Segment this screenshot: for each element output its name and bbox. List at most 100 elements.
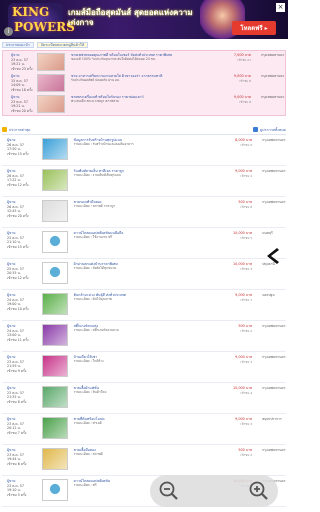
listing-thumbnail[interactable] xyxy=(37,95,65,113)
listing-text: ต้นกล้ามะม่วง พันธุ์ดี ส่งทั่วประเทศ ราย… xyxy=(74,293,213,320)
post-meta: ผู้ขาย 23 ต.ค. 57 19:44 น. เข้าชม 6 ครั้… xyxy=(2,448,36,475)
listing-desc: รายละเอียด : สั่งตัดได้ทุกขนาด xyxy=(73,266,117,271)
listing-view-count: เข้าชม 5 xyxy=(240,142,253,147)
listing-price-col: 9,000 บาท เข้าชม 8 xyxy=(211,95,251,113)
post-views: เข้าชม 10 ครั้ง xyxy=(7,306,29,311)
listing-view-count: เข้าชม 21 xyxy=(237,57,251,62)
listing-list: ผู้ขาย 26 ต.ค. 57 17:50 น. เข้าชม 15 ครั… xyxy=(2,134,286,512)
featured-row[interactable]: ผู้ขาย 23 ต.ค. 57 19:21 น. เข้าชม 23 ครั… xyxy=(3,53,285,71)
post-meta: ผู้ขาย 26 ต.ค. 57 17:22 น. เข้าชม 12 ครั… xyxy=(2,169,36,196)
listing-desc: รายละเอียด : สภาพดี xyxy=(73,452,103,457)
latest-label: ประกาศล่าสุด xyxy=(9,127,31,132)
listing-thumbnail[interactable] xyxy=(41,448,68,470)
listing-thumbnail[interactable] xyxy=(41,479,68,501)
info-icon[interactable]: i xyxy=(4,27,13,36)
listing-view-count: เข้าชม 3 xyxy=(240,359,253,364)
view-all-link[interactable]: ดูประกาศทั้งหมด xyxy=(252,126,286,133)
post-meta: ผู้ขาย 23 ต.ค. 57 21:59 น. เข้าชม 9 ครั้… xyxy=(2,355,36,382)
star-icon xyxy=(2,127,7,132)
listing-text: บ้านเดี่ยวให้เช่า รายละเอียด : ใกล้ห้าง xyxy=(74,355,213,382)
listing-thumbnail[interactable] xyxy=(41,138,68,160)
post-meta: ผู้ขาย 23 ต.ค. 57 20:12 น. เข้าชม 7 ครั้… xyxy=(2,417,36,444)
listing-row[interactable]: ผู้ขาย 23 ต.ค. 57 19:44 น. เข้าชม 6 ครั้… xyxy=(2,445,286,476)
listing-row[interactable]: ผู้ขาย 24 ต.ค. 57 19:00 น. เข้าชม 10 ครั… xyxy=(2,290,286,321)
back-arrow-icon[interactable] xyxy=(263,246,283,266)
listing-row[interactable]: ผู้ขาย 24 ต.ค. 57 13:00 น. เข้าชม 11 ครั… xyxy=(2,321,286,352)
listing-text: ขายเสื้อผ้าแฟชั่น รายละเอียด : สินค้าใหม… xyxy=(74,386,213,413)
listing-row[interactable]: ผู้ขาย 26 ต.ค. 57 17:22 น. เข้าชม 12 ครั… xyxy=(2,166,286,197)
post-views: เข้าชม 9 ครั้ง xyxy=(7,368,27,373)
post-views: เข้าชม 7 ครั้ง xyxy=(7,430,27,435)
listing-thumbnail[interactable] xyxy=(41,386,68,408)
listing-row[interactable]: ผู้ขาย 26 ต.ค. 57 12:45 น. เข้าชม 20 ครั… xyxy=(2,197,286,228)
listing-desc: รายละเอียด : ใช้งานง่าย ฟรี xyxy=(73,235,113,240)
post-views: เข้าชม 18 ครั้ง xyxy=(11,87,33,92)
tab-featured[interactable]: ประกาศแนะนำ xyxy=(2,41,34,48)
post-views: เข้าชม 15 ครั้ง xyxy=(7,244,29,249)
listing-row[interactable]: ผู้ขาย 26 ต.ค. 57 17:50 น. เข้าชม 15 ครั… xyxy=(2,135,286,166)
listing-text: ผ้าม่านตกแต่งบ้านราคาพิเศษ รายละเอียด : … xyxy=(74,262,213,289)
listing-text: รับเพ้นท์ลายเล็บ ทาสีเจล ราคาถูก รายละเอ… xyxy=(74,169,213,196)
listing-location: กรุงเทพมหานคร xyxy=(262,138,286,142)
close-icon[interactable]: × xyxy=(276,3,285,12)
listing-location: กรุงเทพมหานคร xyxy=(262,386,286,390)
listing-thumbnail[interactable] xyxy=(41,293,68,315)
listing-price-col: 10,000 บาท เข้าชม 4 xyxy=(213,386,252,413)
view-all-label: ดูประกาศทั้งหมด xyxy=(259,127,286,132)
post-meta: ผู้ขาย 24 ต.ค. 57 13:00 น. เข้าชม 11 ครั… xyxy=(2,324,36,351)
zoom-out-icon[interactable] xyxy=(158,480,180,502)
listing-desc: รายละเอียด : งานเพ้นท์เล็บทุกแบบ xyxy=(73,173,121,178)
zoom-in-icon[interactable] xyxy=(248,480,270,502)
listing-price-col: 10,000 บาท เข้าชม 5 xyxy=(213,231,252,258)
listing-thumbnail[interactable] xyxy=(41,231,68,253)
post-meta: ผู้ขาย 23 ต.ค. 57 19:21 น. เข้าชม 23 ครั… xyxy=(3,53,37,71)
featured-list: ผู้ขาย 23 ต.ค. 57 19:21 น. เข้าชม 23 ครั… xyxy=(2,50,286,116)
listing-location: ปทุมธานี xyxy=(262,262,275,266)
listing-thumbnail[interactable] xyxy=(37,74,65,92)
post-views: เข้าชม 20 ครั้ง xyxy=(11,108,33,113)
listing-location: กรุงเทพมหานคร xyxy=(262,448,286,452)
listing-row[interactable]: ผู้ขาย 23 ต.ค. 57 21:59 น. เข้าชม 9 ครั้… xyxy=(2,352,286,383)
listing-view-count: เข้าชม 8 xyxy=(239,78,251,83)
listing-location: กรุงเทพมหานคร xyxy=(261,74,285,78)
listing-desc: รายละเอียด : รับสร้างบ้านและต่อเติมอาคาร xyxy=(73,142,134,147)
listing-view-count: เข้าชม 2 xyxy=(240,452,253,457)
listing-text: ขายรองเท้ามือสอง รายละเอียด : สภาพดี ราค… xyxy=(74,200,213,227)
listing-row[interactable]: ผู้ขาย 23 ต.ค. 57 20:12 น. เข้าชม 7 ครั้… xyxy=(2,414,286,445)
listing-thumbnail[interactable] xyxy=(37,53,65,71)
listing-text: ขายพระเครื่องแท้ พร้อมใบรับรอง ราคาย่อมเ… xyxy=(71,95,211,113)
listing-location: สมุทรปราการ xyxy=(262,417,282,421)
listing-price-col: 500 บาท เข้าชม 2 xyxy=(213,448,253,475)
listing-location: กรุงเทพมหานคร xyxy=(262,169,286,173)
listing-location: กรุงเทพมหานคร xyxy=(261,95,285,99)
download-button[interactable]: โหลดฟรี ▸ xyxy=(232,21,276,35)
listing-price-col: 9,000 บาท เข้าชม 7 xyxy=(213,293,252,320)
post-views: เข้าชม 23 ครั้ง xyxy=(11,66,33,71)
listing-view-count: เข้าชม 8 xyxy=(239,99,251,104)
listing-thumbnail[interactable] xyxy=(41,355,68,377)
listing-row[interactable]: ผู้ขาย 25 ต.ค. 57 21:10 น. เข้าชม 15 ครั… xyxy=(2,228,286,259)
featured-row[interactable]: ผู้ขาย 23 ต.ค. 57 19:21 น. เข้าชม 20 ครั… xyxy=(3,95,285,113)
listing-view-count: เข้าชม 8 xyxy=(240,204,253,209)
listing-text: ขาย อาหารเสริมความงามสวยใส ผิวขาวออร่า จ… xyxy=(71,74,211,92)
latest-heading: ประกาศล่าสุด xyxy=(2,126,30,133)
logo-line2: POWERS xyxy=(14,20,75,34)
post-meta: ผู้ขาย 25 ต.ค. 57 21:10 น. เข้าชม 15 ครั… xyxy=(2,231,36,258)
listing-thumbnail[interactable] xyxy=(41,200,68,222)
ad-banner[interactable]: KING POWERS เกมส์มือถือสุดมันส์ สุดยอดแห… xyxy=(0,0,288,39)
listing-price-col: 500 บาท เข้าชม 2 xyxy=(213,324,252,351)
post-views: เข้าชม 8 ครั้ง xyxy=(7,399,27,404)
listing-thumbnail[interactable] xyxy=(41,262,68,284)
listing-row[interactable]: ผู้ขาย 25 ต.ค. 57 20:35 น. เข้าชม 12 ครั… xyxy=(2,259,286,290)
listing-thumbnail[interactable] xyxy=(41,417,68,439)
post-meta: ผู้ขาย 23 ต.ค. 57 21:35 น. เข้าชม 8 ครั้… xyxy=(2,386,36,413)
listing-thumbnail[interactable] xyxy=(41,169,68,191)
featured-row[interactable]: ผู้ขาย 15 ต.ค. 57 14:09 น. เข้าชม 18 ครั… xyxy=(3,74,285,92)
post-views: เข้าชม 15 ครั้ง xyxy=(7,151,29,156)
game-logo: KING POWERS xyxy=(8,3,75,37)
listing-location: กรุงเทพมหานคร xyxy=(261,53,285,57)
listing-row[interactable]: ผู้ขาย 23 ต.ค. 57 21:35 น. เข้าชม 8 ครั้… xyxy=(2,383,286,414)
tab-categories[interactable]: จัดระเบียบหมวดหมู่สินค้าให้ xyxy=(36,41,89,48)
listing-thumbnail[interactable] xyxy=(41,324,68,346)
listing-location: กรุงเทพมหานคร xyxy=(262,324,286,328)
